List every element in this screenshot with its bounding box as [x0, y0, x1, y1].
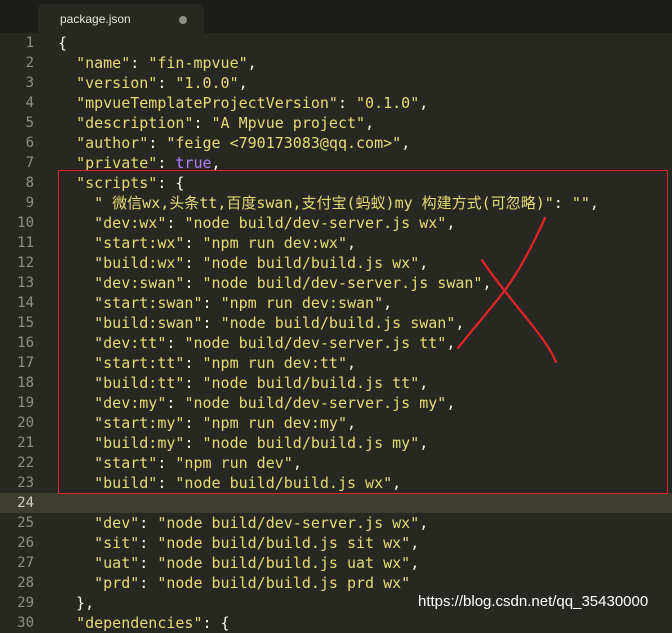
- watermark-url: https://blog.csdn.net/qq_35430000: [418, 593, 649, 610]
- code-line[interactable]: 3 "version": "1.0.0",: [0, 73, 672, 93]
- tab-label: package.json: [60, 12, 131, 26]
- line-number: 2: [25, 55, 34, 71]
- annotation-cross-mark: [456, 216, 558, 364]
- code-line[interactable]: 1{: [0, 33, 672, 53]
- line-number: 13: [17, 275, 34, 291]
- code-line[interactable]: 25 "dev": "node build/dev-server.js wx",: [0, 513, 672, 533]
- code-text: "author": "feige <790173083@qq.com>",: [76, 134, 411, 152]
- line-number: 17: [17, 355, 34, 371]
- code-line[interactable]: 2 "name": "fin-mpvue",: [0, 53, 672, 73]
- line-number: 3: [25, 75, 34, 91]
- code-line[interactable]: 30 "dependencies": {: [0, 613, 672, 633]
- line-number: 6: [25, 135, 34, 151]
- line-number: 27: [17, 555, 34, 571]
- line-number: 11: [17, 235, 34, 251]
- tab-package-json[interactable]: package.json: [38, 4, 204, 33]
- code-text: "sit": "node build/build.js sit wx",: [94, 534, 420, 552]
- line-number: 19: [17, 395, 34, 411]
- line-number: 16: [17, 335, 34, 351]
- line-number: 10: [17, 215, 34, 231]
- line-number: 22: [17, 455, 34, 471]
- line-number: 25: [17, 515, 34, 531]
- code-text: {: [58, 34, 68, 52]
- line-number: 1: [25, 35, 34, 51]
- line-number: 7: [25, 155, 34, 171]
- code-line[interactable]: 24: [0, 493, 672, 513]
- code-line[interactable]: 28 "prd": "node build/build.js prd wx": [0, 573, 672, 593]
- line-number: 28: [17, 575, 34, 591]
- line-number: 14: [17, 295, 34, 311]
- tab-bar: package.json: [0, 0, 672, 33]
- code-line[interactable]: 5 "description": "A Mpvue project",: [0, 113, 672, 133]
- unsaved-dot-icon[interactable]: [179, 16, 187, 24]
- line-number: 12: [17, 255, 34, 271]
- code-text: "uat": "node build/build.js uat wx",: [94, 554, 420, 572]
- code-line[interactable]: 6 "author": "feige <790173083@qq.com>",: [0, 133, 672, 153]
- code-text: "prd": "node build/build.js prd wx": [94, 574, 411, 592]
- line-number: 20: [17, 415, 34, 431]
- line-number: 8: [25, 175, 34, 191]
- line-number: 18: [17, 375, 34, 391]
- line-number: 5: [25, 115, 34, 131]
- code-text: "mpvueTemplateProjectVersion": "0.1.0",: [76, 94, 429, 112]
- line-number: 23: [17, 475, 34, 491]
- code-text: "name": "fin-mpvue",: [76, 54, 257, 72]
- code-line[interactable]: 27 "uat": "node build/build.js uat wx",: [0, 553, 672, 573]
- code-text: "dependencies": {: [76, 614, 230, 632]
- line-number: 15: [17, 315, 34, 331]
- line-number: 4: [25, 95, 34, 111]
- code-line[interactable]: 26 "sit": "node build/build.js sit wx",: [0, 533, 672, 553]
- line-number: 24: [17, 495, 34, 511]
- line-number: 21: [17, 435, 34, 451]
- code-line[interactable]: 4 "mpvueTemplateProjectVersion": "0.1.0"…: [0, 93, 672, 113]
- line-number: 26: [17, 535, 34, 551]
- line-number: 9: [25, 195, 34, 211]
- line-number: 29: [17, 595, 34, 611]
- line-number: 30: [17, 615, 34, 631]
- code-text: },: [58, 594, 95, 612]
- code-text: "description": "A Mpvue project",: [76, 114, 375, 132]
- code-text: "version": "1.0.0",: [76, 74, 248, 92]
- code-text: "dev": "node build/dev-server.js wx",: [94, 514, 429, 532]
